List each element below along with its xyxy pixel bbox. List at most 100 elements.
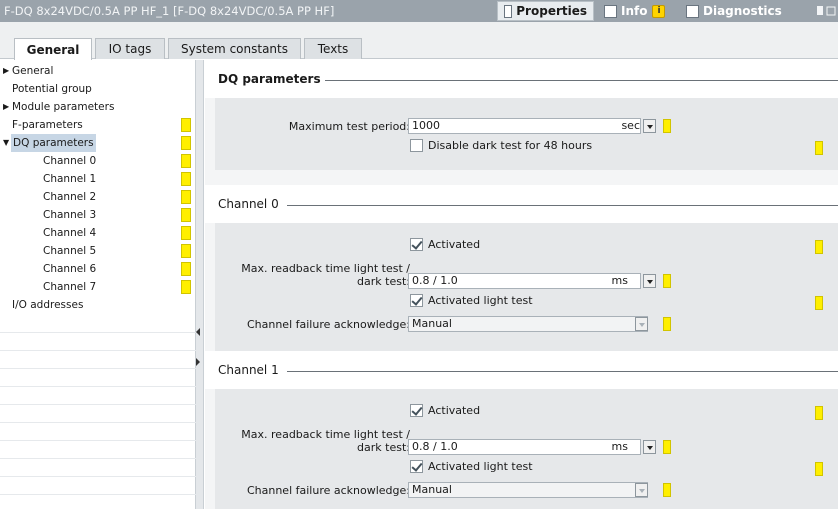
- section-title: Channel 0: [218, 197, 279, 211]
- tree-item-io-addresses[interactable]: I/O addresses: [0, 296, 196, 314]
- tree-item-channel-1[interactable]: Channel 1: [0, 170, 196, 188]
- section-title: DQ parameters: [218, 72, 321, 86]
- expand-arrow-icon[interactable]: ▶: [3, 98, 9, 116]
- failure-ack-dropdown-button[interactable]: [635, 483, 648, 497]
- readback-time-label-line2: dark test:: [357, 441, 410, 454]
- tree-item-dq-parameters[interactable]: ▼ DQ parameters: [0, 134, 196, 152]
- unit-dropdown-button[interactable]: [643, 440, 656, 454]
- activated-checkbox[interactable]: [410, 404, 423, 417]
- parameter-flag-icon: [663, 440, 671, 454]
- tab-info-label: Info: [621, 4, 648, 18]
- tree-item-label: DQ parameters: [11, 134, 96, 152]
- row-divider: [0, 404, 196, 405]
- unit-dropdown-button[interactable]: [643, 119, 656, 133]
- properties-icon: [504, 4, 513, 18]
- window-titlebar: F-DQ 8x24VDC/0.5A PP HF_1 [F-DQ 8x24VDC/…: [0, 0, 838, 22]
- row-divider: [0, 476, 196, 477]
- failure-ack-label: Channel failure acknowledge:: [246, 318, 410, 331]
- tree-item-channel-7[interactable]: Channel 7: [0, 278, 196, 296]
- row-divider: [0, 332, 196, 333]
- tab-io-tags[interactable]: IO tags: [95, 38, 165, 59]
- tree-item-label: Module parameters: [12, 101, 115, 113]
- row-divider: [0, 440, 196, 441]
- tree-item-channel-2[interactable]: Channel 2: [0, 188, 196, 206]
- parameter-flag-icon: [181, 280, 191, 294]
- max-test-period-unit: sec: [621, 119, 640, 132]
- light-test-checkbox[interactable]: [410, 294, 423, 307]
- readback-time-unit: ms: [611, 274, 628, 287]
- failure-ack-value: Manual: [412, 317, 452, 330]
- readback-time-input[interactable]: 0.8 / 1.0 ms: [408, 273, 641, 289]
- max-test-period-input[interactable]: 1000 sec: [408, 118, 641, 134]
- tree-item-potential-group[interactable]: Potential group: [0, 80, 196, 98]
- tree-item-channel-4[interactable]: Channel 4: [0, 224, 196, 242]
- unit-dropdown-button[interactable]: [643, 274, 656, 288]
- tab-texts[interactable]: Texts: [304, 38, 362, 59]
- tree-item-label: Channel 1: [43, 173, 97, 185]
- readback-time-label-line2: dark test:: [357, 275, 410, 288]
- tree-item-label: Channel 0: [43, 155, 97, 167]
- panel-splitter[interactable]: [196, 60, 204, 509]
- readback-time-unit: ms: [611, 440, 628, 453]
- collapse-left-icon[interactable]: [196, 328, 200, 336]
- disable-dark-test-label: Disable dark test for 48 hours: [428, 139, 593, 152]
- tab-properties[interactable]: Properties: [497, 1, 594, 21]
- tab-general[interactable]: General: [14, 38, 92, 60]
- row-divider: [0, 494, 196, 495]
- parameter-flag-icon: [181, 118, 191, 132]
- readback-time-input[interactable]: 0.8 / 1.0 ms: [408, 439, 641, 455]
- tree-item-label: Potential group: [12, 83, 92, 95]
- parameter-flag-icon: [663, 317, 671, 331]
- parameter-flag-icon: [815, 141, 823, 155]
- tree-item-label: Channel 7: [43, 281, 97, 293]
- disable-dark-test-checkbox[interactable]: [410, 139, 423, 152]
- failure-ack-select[interactable]: Manual: [408, 482, 648, 498]
- light-test-label: Activated light test: [428, 294, 533, 307]
- activated-label: Activated: [428, 238, 481, 251]
- section-header-channel-0: Channel 0: [205, 185, 838, 223]
- expand-arrow-icon[interactable]: ▶: [3, 62, 9, 80]
- tree-item-label: Channel 6: [43, 263, 97, 275]
- readback-time-label-line1: Max. readback time light test /: [241, 262, 410, 275]
- tree-item-module-parameters[interactable]: ▶ Module parameters: [0, 98, 196, 116]
- info-tab-icon: [604, 4, 617, 18]
- tree-item-label: Channel 3: [43, 209, 97, 221]
- tab-system-constants[interactable]: System constants: [168, 38, 301, 59]
- parameter-flag-icon: [181, 262, 191, 276]
- window-title: F-DQ 8x24VDC/0.5A PP HF_1 [F-DQ 8x24VDC/…: [4, 4, 335, 18]
- row-divider: [0, 458, 196, 459]
- section-body-dq: Maximum test period: 1000 sec Disable da…: [215, 98, 838, 170]
- activated-checkbox[interactable]: [410, 238, 423, 251]
- tab-info[interactable]: Info i: [598, 1, 675, 21]
- expand-right-icon[interactable]: [196, 358, 200, 366]
- tree-item-label: F-parameters: [12, 119, 83, 131]
- parameter-flag-icon: [181, 244, 191, 258]
- diagnostics-icon: [686, 4, 699, 18]
- tab-diagnostics-label: Diagnostics: [703, 4, 782, 18]
- light-test-label: Activated light test: [428, 460, 533, 473]
- failure-ack-label: Channel failure acknowledge:: [246, 484, 410, 497]
- window-layout-icon[interactable]: [816, 5, 836, 17]
- tree-item-label: Channel 5: [43, 245, 97, 257]
- failure-ack-dropdown-button[interactable]: [635, 317, 648, 331]
- tree-item-general[interactable]: ▶ General: [0, 62, 196, 80]
- tree-item-channel-6[interactable]: Channel 6: [0, 260, 196, 278]
- tree-item-f-parameters[interactable]: F-parameters: [0, 116, 196, 134]
- row-divider: [0, 350, 196, 351]
- navigation-tree: ▶ General Potential group ▶ Module param…: [0, 60, 196, 509]
- tab-properties-label: Properties: [516, 4, 587, 18]
- failure-ack-select[interactable]: Manual: [408, 316, 648, 332]
- light-test-checkbox[interactable]: [410, 460, 423, 473]
- section-body-channel-1: Activated Max. readback time light test …: [215, 389, 838, 509]
- tree-item-channel-0[interactable]: Channel 0: [0, 152, 196, 170]
- tree-item-channel-5[interactable]: Channel 5: [0, 242, 196, 260]
- tab-diagnostics[interactable]: Diagnostics: [680, 1, 788, 21]
- collapse-arrow-icon[interactable]: ▼: [3, 134, 9, 152]
- section-rule: [287, 371, 838, 372]
- property-tabs: General IO tags System constants Texts: [0, 22, 838, 60]
- tree-item-label: Channel 2: [43, 191, 97, 203]
- parameter-flag-icon: [663, 274, 671, 288]
- section-rule: [287, 205, 838, 206]
- parameter-flag-icon: [815, 240, 823, 254]
- tree-item-channel-3[interactable]: Channel 3: [0, 206, 196, 224]
